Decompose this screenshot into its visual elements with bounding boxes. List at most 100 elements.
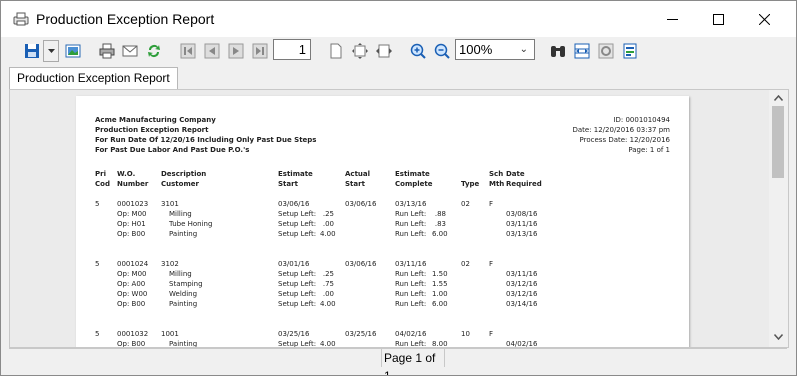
maximize-button[interactable]	[695, 1, 741, 37]
col-header-required: Required	[506, 180, 542, 188]
report-viewer[interactable]: Acme Manufacturing Company Production Ex…	[9, 89, 789, 348]
print-icon	[99, 43, 115, 59]
wo-type: 10	[461, 330, 470, 338]
last-page-button[interactable]	[249, 40, 271, 62]
single-page-button[interactable]	[325, 40, 347, 62]
op-run: 1.00	[432, 290, 448, 298]
op-code: Op: M00	[117, 210, 147, 218]
minimize-icon	[666, 18, 678, 20]
op-date-required: 03/08/16	[506, 210, 538, 218]
wo-est-complete: 04/02/16	[395, 330, 427, 338]
op-run: 6.00	[432, 300, 448, 308]
op-setup-label: Setup Left:	[278, 300, 317, 308]
dropdown-arrow-icon	[47, 49, 55, 53]
vertical-scrollbar[interactable]	[769, 90, 788, 347]
col-header-estimate-2: Estimate	[395, 170, 430, 178]
report-id: ID: 0001010494	[613, 116, 670, 124]
zoom-in-icon	[410, 43, 426, 59]
op-date-required: 03/12/16	[506, 280, 538, 288]
zoom-value: 100%	[459, 42, 493, 57]
export-button[interactable]	[619, 40, 641, 62]
settings-icon	[598, 43, 614, 59]
refresh-button[interactable]	[143, 40, 165, 62]
toolbar: 1 100% ⌄	[1, 37, 796, 67]
previous-page-button[interactable]	[201, 40, 223, 62]
op-run-label: Run Left:	[395, 220, 427, 228]
close-button[interactable]	[741, 1, 787, 37]
op-run: 6.00	[432, 230, 448, 238]
scroll-up-icon[interactable]	[774, 95, 783, 101]
settings-button[interactable]	[595, 40, 617, 62]
close-icon	[758, 13, 770, 25]
wo-act-start: 03/06/16	[345, 200, 377, 208]
op-run: .88	[434, 210, 446, 218]
col-header-mth: Mth	[489, 180, 505, 188]
wo-type: 02	[461, 260, 470, 268]
op-name: Painting	[169, 340, 198, 348]
first-page-icon	[180, 43, 196, 59]
op-date-required: 03/11/16	[506, 270, 538, 278]
op-run: .83	[434, 220, 446, 228]
op-setup: 4.00	[320, 230, 336, 238]
save-button[interactable]	[21, 40, 43, 62]
fit-page-button[interactable]	[349, 40, 371, 62]
window-title: Production Exception Report	[36, 11, 215, 27]
next-page-button[interactable]	[225, 40, 247, 62]
find-button[interactable]	[547, 40, 569, 62]
export-image-button[interactable]	[62, 40, 84, 62]
op-run-label: Run Left:	[395, 230, 427, 238]
op-setup-label: Setup Left:	[278, 220, 317, 228]
title-bar[interactable]: Production Exception Report	[1, 1, 796, 37]
page-number-input[interactable]: 1	[273, 39, 311, 60]
wo-sch: F	[489, 260, 494, 268]
scrollbar-thumb[interactable]	[772, 106, 784, 178]
print-button[interactable]	[96, 40, 118, 62]
col-header-pri: Pri	[95, 170, 106, 178]
email-button[interactable]	[119, 40, 141, 62]
wo-number: 0001023	[117, 200, 149, 208]
op-setup-label: Setup Left:	[278, 270, 317, 278]
wo-est-start: 03/06/16	[278, 200, 310, 208]
col-header-estimate: Estimate	[278, 170, 313, 178]
wo-number: 0001032	[117, 330, 149, 338]
tab-production-exception-report[interactable]: Production Exception Report	[9, 67, 178, 89]
col-header-type: Type	[461, 180, 480, 188]
report-title: Production Exception Report	[95, 126, 209, 134]
col-header-customer: Customer	[161, 180, 199, 188]
toggle-view-button[interactable]	[571, 40, 593, 62]
col-header-sch: Sch	[489, 170, 504, 178]
col-header-cod: Cod	[95, 180, 110, 188]
op-run: 1.50	[432, 270, 448, 278]
report-run-date: For Run Date Of 12/20/16 Including Only …	[95, 136, 317, 144]
col-header-number: Number	[117, 180, 149, 188]
process-date: Process Date: 12/20/2016	[579, 136, 670, 144]
col-header-description: Description	[161, 170, 207, 178]
export-icon	[623, 43, 637, 59]
first-page-button[interactable]	[177, 40, 199, 62]
zoom-out-button[interactable]	[431, 40, 453, 62]
wo-description: 1001	[161, 330, 179, 338]
op-run-label: Run Left:	[395, 270, 427, 278]
op-run-label: Run Left:	[395, 290, 427, 298]
single-page-icon	[330, 43, 342, 59]
tab-strip: Production Exception Report	[1, 67, 796, 89]
zoom-in-button[interactable]	[407, 40, 429, 62]
scroll-down-icon[interactable]	[774, 334, 783, 340]
op-setup: .25	[322, 210, 334, 218]
op-code: Op: B00	[117, 230, 146, 238]
op-name: Milling	[169, 210, 192, 218]
op-setup: .00	[322, 290, 334, 298]
page-width-icon	[376, 44, 392, 58]
page-width-button[interactable]	[373, 40, 395, 62]
save-icon	[25, 44, 39, 58]
zoom-out-icon	[434, 43, 450, 59]
save-dropdown-button[interactable]	[43, 40, 59, 62]
op-run-label: Run Left:	[395, 300, 427, 308]
minimize-button[interactable]	[649, 1, 695, 37]
wo-sch: F	[489, 200, 494, 208]
chevron-down-icon: ⌄	[519, 44, 528, 55]
toggle-view-icon	[574, 43, 590, 59]
wo-type: 02	[461, 200, 470, 208]
zoom-select[interactable]: 100% ⌄	[455, 39, 535, 60]
fit-page-icon	[352, 43, 368, 59]
